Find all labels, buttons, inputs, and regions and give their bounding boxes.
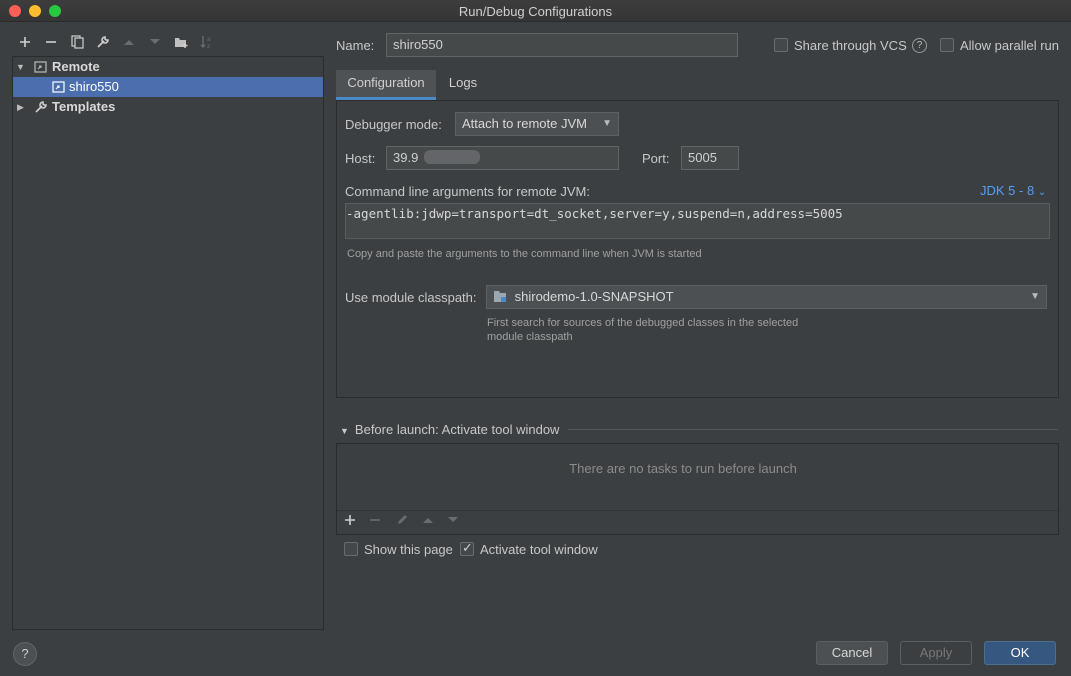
expanded-arrow-icon: ▼ xyxy=(340,426,349,436)
help-button[interactable]: ? xyxy=(13,642,37,666)
cmd-args-hint: Copy and paste the arguments to the comm… xyxy=(347,248,702,260)
debugger-mode-value: Attach to remote JVM xyxy=(462,116,587,131)
remove-task-icon[interactable] xyxy=(367,513,383,533)
before-launch-empty-text: There are no tasks to run before launch xyxy=(569,461,797,476)
copy-icon[interactable] xyxy=(68,32,86,52)
host-input[interactable]: 39.9 xyxy=(386,146,619,170)
name-input[interactable]: shiro550 xyxy=(386,33,738,57)
add-task-icon[interactable] xyxy=(342,513,358,533)
edit-task-icon[interactable] xyxy=(394,513,410,533)
chevron-down-icon: ▼ xyxy=(1030,291,1040,302)
move-up-icon[interactable] xyxy=(120,32,138,52)
cmd-args-textarea[interactable]: -agentlib:jdwp=transport=dt_socket,serve… xyxy=(345,203,1050,239)
sort-icon[interactable]: az xyxy=(198,32,216,52)
jdk-version-link[interactable]: JDK 5 - 8 ⌄ xyxy=(980,183,1046,198)
wrench-icon[interactable] xyxy=(94,32,112,52)
remote-config-icon xyxy=(52,80,66,94)
move-up-icon[interactable] xyxy=(420,513,436,533)
port-label: Port: xyxy=(642,151,670,166)
tree-label-remote: Remote xyxy=(52,59,100,74)
host-label: Host: xyxy=(345,151,376,166)
window-title: Run/Debug Configurations xyxy=(458,4,613,19)
ok-button[interactable]: OK xyxy=(984,641,1056,665)
tree-item-remote[interactable]: ▼ Remote xyxy=(13,57,323,77)
debugger-mode-select[interactable]: Attach to remote JVM ▼ xyxy=(455,112,619,136)
remove-icon[interactable] xyxy=(42,32,60,52)
move-down-icon[interactable] xyxy=(146,32,164,52)
module-classpath-label: Use module classpath: xyxy=(345,290,477,305)
tab-configuration[interactable]: Configuration xyxy=(336,70,436,100)
allow-parallel-checkbox[interactable] xyxy=(940,38,954,52)
before-launch-title: Before launch: Activate tool window xyxy=(354,422,560,437)
svg-text:a: a xyxy=(207,36,211,43)
new-folder-icon[interactable] xyxy=(172,32,190,52)
before-launch-toolbar xyxy=(337,510,1058,534)
tree-label-templates: Templates xyxy=(52,99,116,114)
wrench-icon xyxy=(34,100,48,114)
share-vcs-label: Share through VCS xyxy=(794,38,907,53)
chevron-down-icon: ⌄ xyxy=(1037,187,1047,198)
show-page-checkbox[interactable] xyxy=(344,542,358,556)
add-icon[interactable] xyxy=(16,32,34,52)
module-classpath-select[interactable]: shirodemo-1.0-SNAPSHOT ▼ xyxy=(486,285,1047,309)
config-tree: ▼ Remote shiro550 ▶ Templates xyxy=(12,56,324,630)
svg-text:z: z xyxy=(207,43,210,49)
name-label: Name: xyxy=(336,38,375,53)
apply-button[interactable]: Apply xyxy=(900,641,972,665)
allow-parallel-label: Allow parallel run xyxy=(960,38,1059,53)
activate-tool-window-label: Activate tool window xyxy=(480,542,598,557)
before-launch-toggle[interactable]: ▼ Before launch: Activate tool window xyxy=(340,422,559,437)
chevron-down-icon: ▼ xyxy=(602,118,612,129)
activate-tool-window-checkbox[interactable]: ✓ xyxy=(460,540,474,556)
redaction-blur xyxy=(423,150,480,164)
tree-item-templates[interactable]: ▶ Templates xyxy=(13,97,323,117)
module-hint-line2: module classpath xyxy=(487,331,573,343)
show-page-label: Show this page xyxy=(364,542,453,557)
config-toolbar: az xyxy=(14,32,324,52)
host-value: 39.9 xyxy=(393,150,419,165)
cmd-args-label: Command line arguments for remote JVM: xyxy=(345,184,590,199)
jdk-version-text: JDK 5 - 8 xyxy=(980,183,1035,198)
port-input[interactable]: 5005 xyxy=(681,146,739,170)
debugger-mode-label: Debugger mode: xyxy=(345,117,442,132)
share-vcs-checkbox[interactable] xyxy=(774,38,788,52)
tab-logs[interactable]: Logs xyxy=(440,70,486,100)
cancel-button[interactable]: Cancel xyxy=(816,641,888,665)
tree-label-shiro550: shiro550 xyxy=(69,79,119,94)
expanded-arrow-icon[interactable]: ▼ xyxy=(16,57,26,77)
move-down-icon[interactable] xyxy=(445,513,461,533)
collapsed-arrow-icon[interactable]: ▶ xyxy=(17,97,27,117)
title-bar: Run/Debug Configurations xyxy=(0,0,1071,22)
module-classpath-value: shirodemo-1.0-SNAPSHOT xyxy=(514,289,674,304)
module-icon xyxy=(493,288,507,310)
remote-icon xyxy=(34,60,48,74)
checkmark-icon: ✓ xyxy=(462,540,473,555)
help-icon[interactable]: ? xyxy=(912,38,927,53)
tree-item-shiro550[interactable]: shiro550 xyxy=(13,77,323,97)
module-hint-line1: First search for sources of the debugged… xyxy=(487,317,799,329)
divider xyxy=(568,429,1058,430)
